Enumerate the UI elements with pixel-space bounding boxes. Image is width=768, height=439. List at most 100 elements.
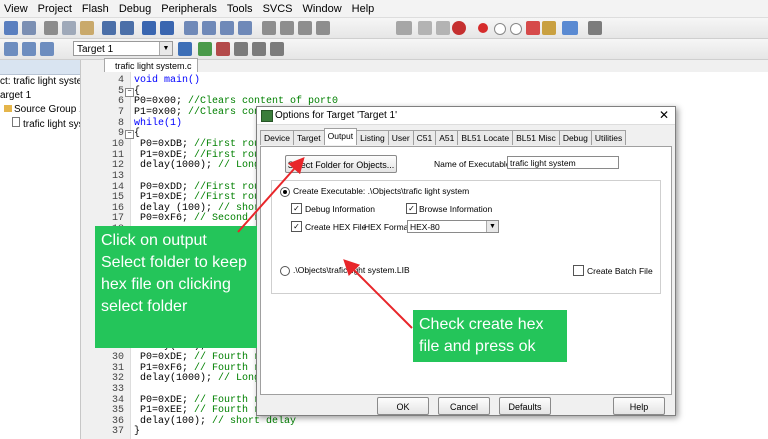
menu-flash[interactable]: Flash xyxy=(78,3,115,15)
menu-debug[interactable]: Debug xyxy=(115,3,157,15)
browse-information-checkbox[interactable]: ✓ xyxy=(406,203,417,214)
configure-icon[interactable] xyxy=(588,21,602,35)
tab-device[interactable]: Device xyxy=(260,130,294,145)
project-source-group[interactable]: Source Group 1 xyxy=(0,103,80,117)
uncomment-icon[interactable] xyxy=(316,21,330,35)
forward-icon[interactable] xyxy=(160,21,174,35)
menu-svcs[interactable]: SVCS xyxy=(259,3,299,15)
rebuild-icon[interactable] xyxy=(40,42,54,56)
find-in-files-icon[interactable] xyxy=(452,21,466,35)
bookmark-next-icon[interactable] xyxy=(220,21,234,35)
bookmark-icon[interactable] xyxy=(184,21,198,35)
create-library-radio[interactable] xyxy=(280,266,290,276)
incremental-find-icon[interactable] xyxy=(436,21,450,35)
breakpoint-disable-icon[interactable] xyxy=(510,23,522,35)
manage-project-items-icon[interactable] xyxy=(198,42,212,56)
multi-project-icon[interactable] xyxy=(270,42,284,56)
line-number: 31 xyxy=(111,362,124,374)
code-text: while(1) xyxy=(134,117,183,129)
menu-bar: View Project Flash Debug Peripherals Too… xyxy=(0,0,768,18)
tab-output[interactable]: Output xyxy=(323,128,358,145)
project-target[interactable]: arget 1 xyxy=(0,89,80,103)
tab-listing[interactable]: Listing xyxy=(356,130,389,145)
translate-icon[interactable] xyxy=(4,42,18,56)
folder-icon xyxy=(4,105,12,112)
line-number: 12 xyxy=(111,160,124,172)
editor-tab[interactable]: trafic light system.c xyxy=(104,58,198,72)
menu-peripherals[interactable]: Peripherals xyxy=(157,3,223,15)
browse-information-label: Browse Information xyxy=(419,204,493,214)
comment-icon[interactable] xyxy=(298,21,312,35)
code-text: P1=0xDE; //First rout xyxy=(134,149,267,161)
copy-icon[interactable] xyxy=(62,21,76,35)
tab-c51[interactable]: C51 xyxy=(412,130,437,145)
ok-button[interactable]: OK xyxy=(377,397,429,415)
code-text: P0=0xDE; // Fourth ro xyxy=(134,351,267,363)
annotation-left: Click on output Select folder to keep he… xyxy=(95,226,257,348)
unindent-icon[interactable] xyxy=(280,21,294,35)
code-text: } xyxy=(134,426,141,438)
pack-installer-icon[interactable] xyxy=(252,42,266,56)
line-number: 13 xyxy=(111,170,124,182)
breakpoint-icon[interactable] xyxy=(478,23,488,33)
save-all-icon[interactable] xyxy=(22,21,36,35)
tab-a51[interactable]: A51 xyxy=(435,130,459,145)
menu-tools[interactable]: Tools xyxy=(223,3,259,15)
project-root[interactable]: ct: trafic light system xyxy=(0,75,80,89)
debug-information-checkbox[interactable]: ✓ xyxy=(291,203,302,214)
build-toolbar: Target 1 ▼ xyxy=(0,39,768,60)
line-number: 35 xyxy=(111,405,124,417)
manage-rte-icon[interactable] xyxy=(234,42,248,56)
create-executable-radio[interactable] xyxy=(280,187,290,197)
select-folder-button[interactable]: Select Folder for Objects... xyxy=(285,155,397,173)
target-options-icon[interactable] xyxy=(178,42,192,56)
fold-toggle-icon[interactable]: − xyxy=(125,87,134,97)
bookmark-prev-icon[interactable] xyxy=(202,21,216,35)
debug-session-icon[interactable] xyxy=(542,21,556,35)
breakpoint-enable-icon[interactable] xyxy=(494,23,506,35)
project-panel-header xyxy=(0,60,80,75)
menu-view[interactable]: View xyxy=(0,3,34,15)
target-select[interactable]: Target 1 ▼ xyxy=(73,41,173,56)
options-dialog: Options for Target 'Target 1' ✕ Device T… xyxy=(256,106,676,416)
name-of-executable-input[interactable]: trafic light system xyxy=(507,156,619,169)
tab-user[interactable]: User xyxy=(387,130,414,145)
main-toolbar xyxy=(0,18,768,39)
save-icon[interactable] xyxy=(4,21,18,35)
build-icon[interactable] xyxy=(22,42,36,56)
select-packs-icon[interactable] xyxy=(216,42,230,56)
code-text: P1=0xDE; //First rout xyxy=(134,192,267,204)
find-combo-icon[interactable] xyxy=(396,21,412,35)
undo-icon[interactable] xyxy=(102,21,116,35)
defaults-button[interactable]: Defaults xyxy=(499,397,551,415)
close-icon[interactable]: ✕ xyxy=(659,107,669,124)
dialog-app-icon xyxy=(261,110,273,122)
cut-icon[interactable] xyxy=(44,21,58,35)
bookmark-clear-icon[interactable] xyxy=(238,21,252,35)
redo-icon[interactable] xyxy=(120,21,134,35)
find-icon[interactable] xyxy=(418,21,432,35)
project-file-label: trafic light syste xyxy=(23,119,80,130)
window-layout-icon[interactable] xyxy=(562,21,578,35)
indent-icon[interactable] xyxy=(262,21,276,35)
cancel-button[interactable]: Cancel xyxy=(438,397,490,415)
fold-toggle-icon[interactable]: − xyxy=(125,130,134,140)
menu-project[interactable]: Project xyxy=(34,3,78,15)
create-hex-file-checkbox[interactable]: ✓ xyxy=(291,221,302,232)
back-icon[interactable] xyxy=(142,21,156,35)
name-of-executable-label: Name of Executable: xyxy=(434,159,513,169)
tab-bl51-misc[interactable]: BL51 Misc xyxy=(512,130,560,145)
tab-bl51-locate[interactable]: BL51 Locate xyxy=(457,130,514,145)
tab-target[interactable]: Target xyxy=(292,130,325,145)
paste-icon[interactable] xyxy=(80,21,94,35)
hex-format-select[interactable]: HEX-80 ▼ xyxy=(407,220,499,233)
tab-debug[interactable]: Debug xyxy=(558,130,592,145)
menu-window[interactable]: Window xyxy=(299,3,348,15)
project-file[interactable]: trafic light syste xyxy=(0,117,80,131)
tab-utilities[interactable]: Utilities xyxy=(590,130,627,145)
dialog-titlebar: Options for Target 'Target 1' ✕ xyxy=(257,107,675,125)
kill-breakpoints-icon[interactable] xyxy=(526,21,540,35)
create-batch-file-checkbox[interactable] xyxy=(573,265,584,276)
menu-help[interactable]: Help xyxy=(348,3,381,15)
help-button[interactable]: Help xyxy=(613,397,665,415)
